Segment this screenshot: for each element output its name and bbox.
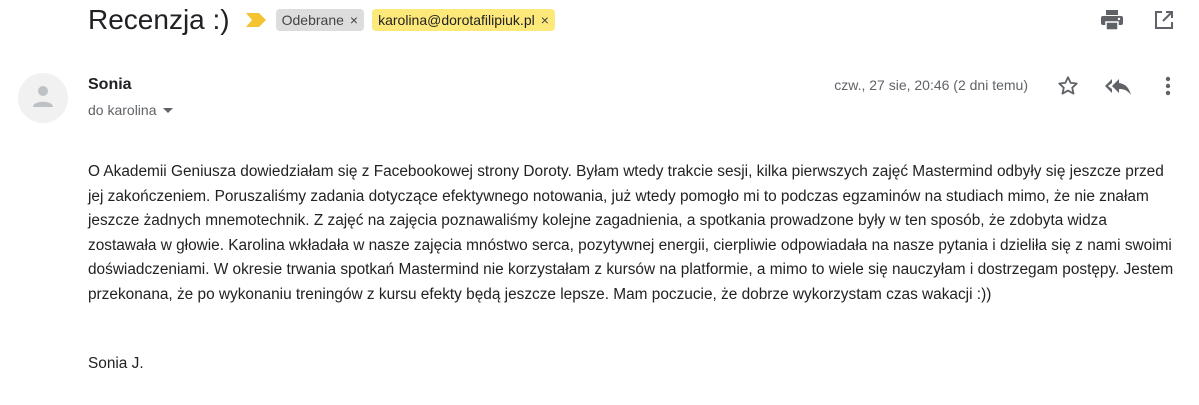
email-body: O Akademii Geniusza dowiedziałam się z F… <box>88 163 1174 303</box>
subject-row: Recenzja :) Odebrane × karolina@dorotafi… <box>88 0 1199 40</box>
open-in-new-window-icon[interactable] <box>1151 7 1177 33</box>
show-details-icon[interactable] <box>162 107 173 113</box>
email-subject: Recenzja :) <box>88 4 230 35</box>
recipient-text: do karolina <box>88 102 157 118</box>
label-text: Odebrane <box>281 12 344 28</box>
remove-label-icon[interactable]: × <box>350 12 358 28</box>
message-date: czw., 27 sie, 20:46 (2 dni temu) <box>834 77 1028 93</box>
label-chip-inbox[interactable]: Odebrane × <box>275 9 365 31</box>
thread-actions <box>1099 7 1177 33</box>
message-actions <box>1055 73 1181 99</box>
print-icon[interactable] <box>1099 7 1125 33</box>
person-icon <box>30 83 56 114</box>
avatar[interactable] <box>18 73 68 123</box>
recipient-line: do karolina <box>88 102 173 118</box>
star-icon[interactable] <box>1055 73 1081 99</box>
reply-all-icon[interactable] <box>1105 73 1131 99</box>
remove-label-icon[interactable]: × <box>541 12 549 28</box>
email-signature: Sonia J. <box>88 355 144 372</box>
importance-marker-icon[interactable] <box>245 13 268 27</box>
label-text: karolina@dorotafilipiuk.pl <box>378 12 535 28</box>
label-chip-email[interactable]: karolina@dorotafilipiuk.pl × <box>372 9 555 31</box>
sender-name[interactable]: Sonia <box>88 76 132 94</box>
more-vertical-icon[interactable] <box>1155 73 1181 99</box>
